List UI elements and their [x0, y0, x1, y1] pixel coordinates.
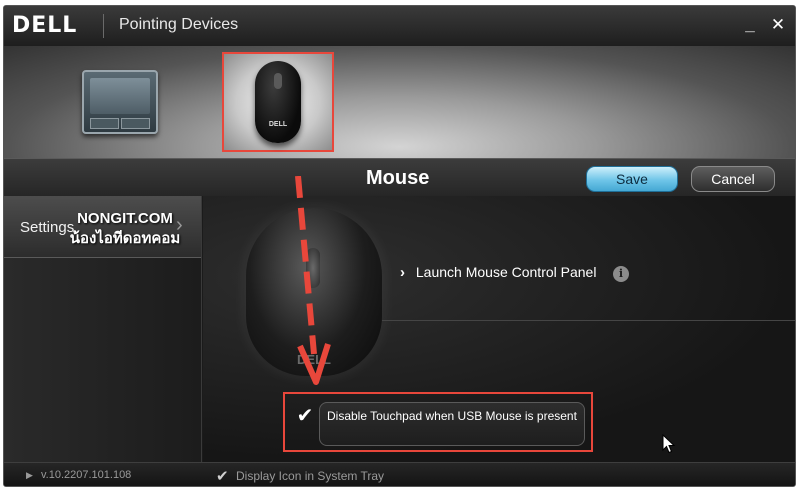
mouse-cursor-icon — [662, 434, 676, 454]
annotation-arrow — [295, 176, 331, 385]
dell-logo: DELL — [12, 13, 78, 38]
device-touchpad[interactable] — [64, 52, 176, 152]
section-header: Mouse Save Cancel — [4, 158, 795, 196]
watermark-line-1: NONGIT.COM — [77, 210, 173, 227]
page-title: Mouse — [366, 167, 430, 189]
watermark-line-2: น้องไอทีดอทคอม — [69, 230, 181, 247]
touchpad-icon — [82, 70, 158, 134]
disable-touchpad-setting: ✔ Disable Touchpad when USB Mouse is pre… — [283, 392, 593, 452]
device-selector-strip: DELL — [4, 46, 795, 158]
dell-pointing-devices-window: DELL Pointing Devices _ ✕ DELL Mouse Sav… — [3, 5, 796, 487]
watermark: NONGIT.COM น้องไอทีดอทคอม — [50, 209, 200, 249]
disable-touchpad-checkbox[interactable]: ✔ — [294, 405, 316, 427]
expand-triangle-icon: ▶ — [26, 470, 33, 480]
title-separator — [103, 14, 104, 38]
minimize-button[interactable]: _ — [740, 15, 760, 35]
mouse-brand-label: DELL — [268, 121, 288, 128]
version-info[interactable]: ▶ v.10.2207.101.108 — [26, 469, 131, 481]
divider — [382, 320, 795, 321]
cancel-button[interactable]: Cancel — [691, 166, 775, 192]
footer-bar: ▶ v.10.2207.101.108 ✔ Display Icon in Sy… — [4, 462, 795, 486]
chevron-right-icon: › — [400, 264, 405, 281]
system-tray-checkbox[interactable]: ✔ — [216, 467, 229, 485]
save-button[interactable]: Save — [586, 166, 678, 192]
system-tray-label: Display Icon in System Tray — [236, 469, 385, 483]
close-button[interactable]: ✕ — [768, 15, 788, 35]
mouse-icon: DELL — [255, 61, 301, 143]
window-title: Pointing Devices — [119, 16, 239, 33]
setting-panel: Disable Touchpad when USB Mouse is prese… — [319, 402, 585, 446]
launch-mouse-control-panel-link[interactable]: › Launch Mouse Control Panel — [400, 264, 596, 281]
launch-label: Launch Mouse Control Panel — [415, 264, 597, 280]
title-bar: DELL Pointing Devices _ ✕ — [4, 6, 795, 46]
info-icon[interactable]: i — [613, 266, 629, 282]
device-mouse-selected[interactable]: DELL — [222, 52, 334, 152]
version-text: v.10.2207.101.108 — [40, 469, 132, 481]
disable-touchpad-label: Disable Touchpad when USB Mouse is prese… — [327, 409, 577, 423]
